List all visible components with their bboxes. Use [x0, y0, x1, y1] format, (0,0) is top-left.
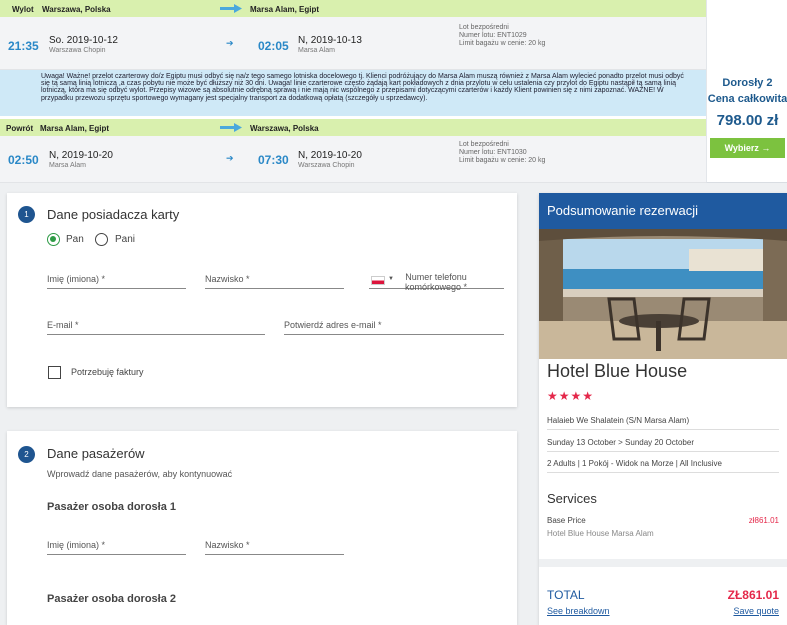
outbound-body: 21:35 So. 2019-10-12 Warszawa Chopin ➔ 0…: [0, 17, 706, 70]
inbound-to: Warszawa, Polska: [250, 124, 319, 133]
base-price-sub: Hotel Blue House Marsa Alam: [547, 529, 654, 538]
choose-button[interactable]: Wybierz →: [710, 138, 785, 158]
warning-notice: Uwaga! Ważne! przelot czarterowy do/z Eg…: [0, 70, 706, 116]
section-title: Dane pasażerów: [47, 446, 145, 461]
inbound-info-baggage: Limit bagażu w cenie: 20 kg: [459, 157, 546, 164]
step-number: 1: [18, 206, 35, 223]
flag-poland-icon[interactable]: [371, 276, 385, 285]
total-value: ZŁ861.01: [727, 588, 779, 602]
room-details: 2 Adults | 1 Pokój - Widok na Morze | Al…: [547, 459, 722, 468]
save-quote-link[interactable]: Save quote: [733, 606, 779, 616]
total-price-label: Cena całkowita: [707, 93, 787, 105]
inbound-body: 02:50 N, 2019-10-20 Marsa Alam ➔ 07:30 N…: [0, 136, 706, 183]
price-panel: Dorosły 2 Cena całkowita 798.00 zł Wybie…: [706, 0, 787, 183]
adult-1-first-name-field[interactable]: Imię (imiona) *: [47, 537, 186, 555]
inbound-label: Powrót: [6, 124, 34, 133]
divider: [547, 472, 779, 473]
invoice-checkbox[interactable]: [48, 366, 61, 379]
outbound-to: Marsa Alam, Egipt: [250, 5, 320, 14]
see-breakdown-link[interactable]: See breakdown: [547, 606, 610, 616]
outbound-dep-time: 21:35: [8, 39, 39, 53]
divider: [547, 451, 779, 452]
inbound-from: Marsa Alam, Egipt: [40, 124, 110, 133]
services-title: Services: [547, 491, 597, 506]
radio-mrs[interactable]: [95, 233, 108, 246]
email-confirm-label: Potwierdź adres e-mail *: [284, 320, 382, 330]
card-holder-section: 1 Dane posiadacza karty Pan Pani Imię (i…: [7, 193, 517, 407]
step-number: 2: [18, 446, 35, 463]
first-name-field[interactable]: Imię (imiona) *: [47, 271, 186, 289]
outbound-arr-place: Marsa Alam: [298, 47, 335, 54]
stay-dates: Sunday 13 October > Sunday 20 October: [547, 438, 694, 447]
arrow-small-icon: ➔: [226, 153, 234, 163]
outbound-from: Warszawa, Polska: [42, 5, 111, 14]
arrow-small-icon: ➔: [226, 38, 234, 48]
hotel-photo: [539, 229, 787, 359]
outbound-info-flight: Numer lotu: ENT1029: [459, 32, 527, 39]
inbound-dep-date: N, 2019-10-20: [49, 150, 113, 161]
radio-mrs-label: Pani: [115, 234, 136, 245]
email-field[interactable]: E-mail *: [47, 317, 265, 335]
adult-2-heading: Pasażer osoba dorosła 2: [47, 593, 176, 605]
hotel-address: Halaieb We Shalatein (S/N Marsa Alam): [547, 416, 690, 425]
phone-field[interactable]: ▼ Numer telefonu komórkowego *: [369, 271, 504, 292]
outbound-header: Wylot Warszawa, Polska Marsa Alam, Egipt: [0, 0, 706, 17]
outbound-label: Wylot: [12, 5, 34, 14]
adult-1-last-name-field[interactable]: Nazwisko *: [205, 537, 344, 555]
summary-header: Podsumowanie rezerwacji: [539, 193, 787, 229]
inbound-header: Powrót Marsa Alam, Egipt Warszawa, Polsk…: [0, 119, 706, 136]
first-name-label: Imię (imiona) *: [47, 274, 106, 284]
outbound-info-baggage: Limit bagażu w cenie: 20 kg: [459, 40, 546, 47]
passengers-section: 2 Dane pasażerów Wprowadź dane pasażerów…: [7, 431, 517, 625]
outbound-dep-date: So. 2019-10-12: [49, 35, 118, 46]
booking-summary: Podsumowanie rezerwacji Hotel Blue House…: [539, 193, 787, 625]
inbound-dep-place: Marsa Alam: [49, 162, 86, 169]
hotel-name: Hotel Blue House: [547, 361, 688, 381]
last-name-label: Nazwisko *: [205, 274, 250, 284]
arrow-right-icon: [220, 123, 242, 132]
inbound-dep-time: 02:50: [8, 153, 39, 167]
outbound-arr-time: 02:05: [258, 39, 289, 53]
inbound-arr-time: 07:30: [258, 153, 289, 167]
adult-1-heading: Pasażer osoba dorosła 1: [47, 501, 176, 513]
phone-label: Numer telefonu komórkowego *: [404, 272, 468, 292]
total-price: 798.00 zł: [716, 112, 779, 129]
email-label: E-mail *: [47, 320, 79, 330]
total-label: TOTAL: [547, 588, 585, 602]
divider: [547, 429, 779, 430]
last-name-label: Nazwisko *: [205, 540, 250, 550]
outbound-arr-date: N, 2019-10-13: [298, 35, 362, 46]
star-rating: ★★★★: [547, 389, 595, 403]
section-title: Dane posiadacza karty: [47, 207, 180, 222]
inbound-info-type: Lot bezpośredni: [459, 141, 509, 148]
inbound-arr-place: Warszawa Chopin: [298, 162, 355, 169]
inbound-info-flight: Numer lotu: ENT1030: [459, 149, 527, 156]
flight-details: Wylot Warszawa, Polska Marsa Alam, Egipt…: [0, 0, 706, 183]
chevron-down-icon[interactable]: ▼: [388, 276, 394, 282]
passengers-hint: Wprowadź dane pasażerów, aby kontynuować: [47, 469, 233, 479]
base-price-value: zł861.01: [748, 516, 779, 525]
arrow-right-icon: [220, 4, 242, 13]
separator: [539, 559, 787, 567]
outbound-dep-place: Warszawa Chopin: [49, 47, 106, 54]
email-confirm-field[interactable]: Potwierdź adres e-mail *: [284, 317, 504, 335]
passenger-count: Dorosły 2: [722, 77, 773, 89]
base-price-label: Base Price: [547, 516, 586, 525]
inbound-arr-date: N, 2019-10-20: [298, 150, 362, 161]
invoice-label: Potrzebuję faktury: [71, 367, 144, 377]
outbound-info-type: Lot bezpośredni: [459, 24, 509, 31]
last-name-field[interactable]: Nazwisko *: [205, 271, 344, 289]
radio-mr[interactable]: [47, 233, 60, 246]
first-name-label: Imię (imiona) *: [47, 540, 106, 550]
radio-mr-label: Pan: [66, 234, 84, 245]
